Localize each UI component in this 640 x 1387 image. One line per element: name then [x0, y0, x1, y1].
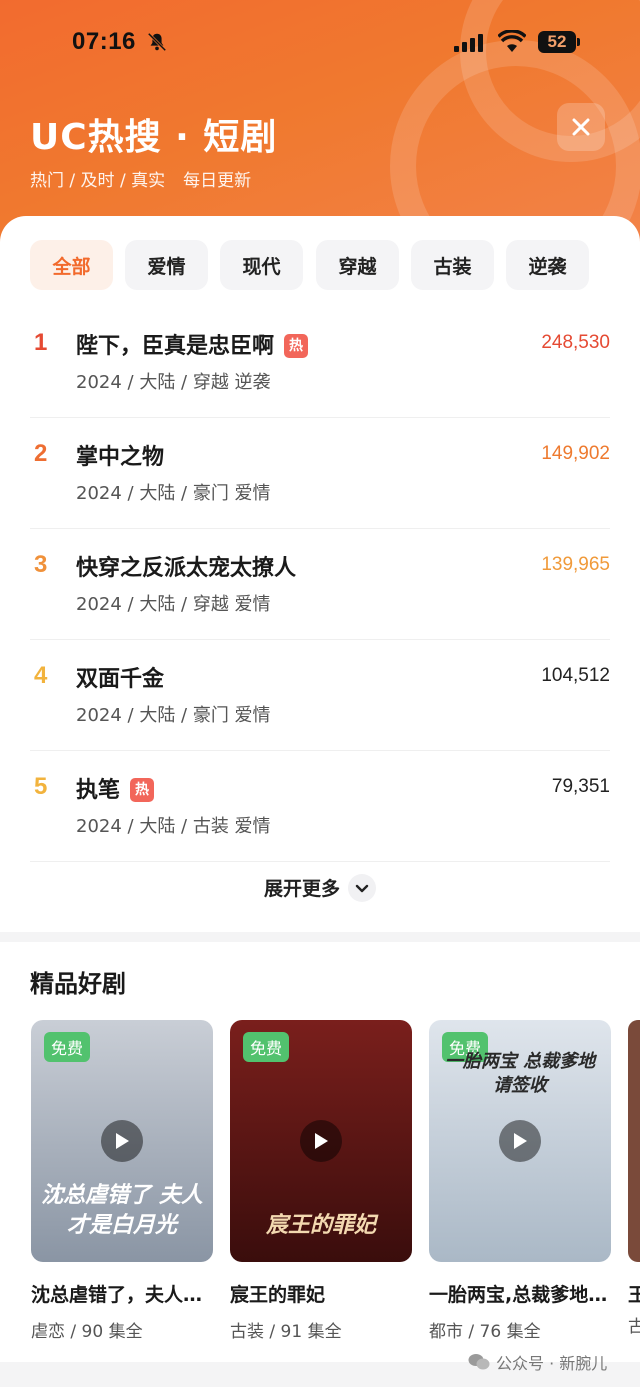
slogan-text: 热门 / 及时 / 真实	[30, 171, 166, 191]
battery-icon: 52	[538, 31, 576, 53]
play-icon[interactable]	[300, 1120, 342, 1162]
drama-title-text: 掌中之物	[76, 445, 165, 470]
heat-score: 248,530	[541, 332, 610, 353]
cellular-signal-icon	[454, 34, 488, 52]
poster-art-text: 一胎两宝 总裁爹地请签收	[444, 1051, 596, 1096]
ranking-row[interactable]: 1 陛下，臣真是忠臣啊热 2024 / 大陆 / 穿越 逆袭 248,530	[30, 306, 610, 418]
drama-card[interactable]: 免费 沈总虐错了 夫人才是白月光 沈总虐错了，夫人才是白月光 虐恋 / 90 集…	[31, 1020, 213, 1342]
rank-number: 3	[34, 551, 48, 578]
section-title: 精品好剧	[30, 970, 126, 998]
drama-title-text: 双面千金	[76, 667, 165, 692]
heat-score: 149,902	[541, 443, 610, 464]
wifi-icon	[498, 30, 526, 52]
status-bar: 07:16 52	[0, 28, 640, 60]
drama-card[interactable]: 免费 一胎两宝 总裁爹地请签收 一胎两宝,总裁爹地请签收 都市 / 76 集全	[429, 1020, 611, 1342]
poster-art-text: 宸王的罪妃	[265, 1212, 376, 1238]
card-meta: 都市 / 76 集全	[429, 1322, 541, 1342]
drama-title-text: 执笔	[76, 778, 121, 803]
page-title: UC热搜 · 短剧	[30, 117, 278, 158]
drama-poster-partial[interactable]	[628, 1020, 640, 1262]
card-title: 宸王的罪妃	[230, 1284, 326, 1306]
battery-tip	[577, 38, 580, 46]
ranking-row[interactable]: 3 快穿之反派太宠太撩人 2024 / 大陆 / 穿越 爱情 139,965	[30, 528, 610, 640]
rank-number: 1	[34, 329, 48, 356]
drama-meta: 2024 / 大陆 / 豪门 爱情	[76, 705, 271, 726]
bell-off-icon	[147, 32, 167, 52]
slogan: 热门 / 及时 / 真实 每日更新	[30, 166, 251, 191]
drama-poster[interactable]: 免费 宸王的罪妃	[230, 1020, 412, 1262]
drama-title: 执笔热	[76, 772, 155, 804]
drama-meta: 2024 / 大陆 / 穿越 逆袭	[76, 372, 271, 393]
hot-badge: 热	[130, 778, 155, 802]
drama-poster[interactable]: 免费 沈总虐错了 夫人才是白月光	[31, 1020, 213, 1262]
drama-title: 掌中之物	[76, 439, 164, 471]
card-meta-partial: 古	[628, 1317, 640, 1337]
free-badge: 免费	[44, 1032, 91, 1062]
drama-meta: 2024 / 大陆 / 穿越 爱情	[76, 594, 271, 615]
chevron-down-icon	[348, 873, 376, 902]
wechat-icon	[468, 1354, 490, 1370]
rank-number: 2	[34, 440, 48, 467]
drama-meta: 2024 / 大陆 / 古装 爱情	[76, 816, 271, 837]
drama-poster[interactable]: 免费 一胎两宝 总裁爹地请签收	[429, 1020, 611, 1262]
expand-more-button[interactable]: 展开更多	[0, 873, 640, 904]
card-meta: 虐恋 / 90 集全	[31, 1322, 143, 1342]
ranking-card: 全部 爱情 现代 穿越 古装 逆袭 1 陛下，臣真是忠臣啊热 2024 / 大陆…	[0, 216, 640, 932]
rank-number: 5	[34, 773, 48, 800]
tab-costume[interactable]: 古装	[411, 240, 494, 290]
card-title: 一胎两宝,总裁爹地请签收	[429, 1284, 611, 1306]
drama-title: 陛下，臣真是忠臣啊热	[76, 328, 309, 360]
free-badge: 免费	[243, 1032, 290, 1062]
close-icon	[572, 118, 590, 136]
poster-art-text: 沈总虐错了 夫人才是白月光	[41, 1182, 203, 1238]
heat-score: 104,512	[541, 665, 610, 686]
tab-all[interactable]: 全部	[30, 240, 113, 290]
category-tabs: 全部 爱情 现代 穿越 古装 逆袭	[30, 240, 610, 292]
drama-title: 快穿之反派太宠太撩人	[76, 550, 296, 582]
drama-card[interactable]: 免费 宸王的罪妃 宸王的罪妃 古装 / 91 集全	[230, 1020, 412, 1342]
ranking-row[interactable]: 5 执笔热 2024 / 大陆 / 古装 爱情 79,351	[30, 750, 610, 862]
status-time: 07:16	[72, 28, 136, 55]
drama-meta: 2024 / 大陆 / 豪门 爱情	[76, 483, 271, 504]
watermark: 公众号 · 新腕儿	[468, 1350, 607, 1374]
slogan-daily: 每日更新	[183, 171, 252, 191]
hot-badge: 热	[284, 334, 309, 358]
watermark-text: 公众号 · 新腕儿	[496, 1354, 608, 1373]
ranking-row[interactable]: 4 双面千金 2024 / 大陆 / 豪门 爱情 104,512	[30, 639, 610, 751]
card-meta: 古装 / 91 集全	[230, 1322, 342, 1342]
tab-modern[interactable]: 现代	[220, 240, 303, 290]
drama-title-text: 快穿之反派太宠太撩人	[76, 556, 297, 581]
play-icon[interactable]	[499, 1120, 541, 1162]
tab-comeback[interactable]: 逆袭	[506, 240, 589, 290]
drama-title: 双面千金	[76, 661, 164, 693]
rank-number: 4	[34, 662, 48, 689]
featured-dramas-section: 精品好剧 免费 沈总虐错了 夫人才是白月光 沈总虐错了，夫人才是白月光 虐恋 /…	[0, 942, 640, 1362]
card-title: 沈总虐错了，夫人才是白月光	[31, 1284, 213, 1306]
play-icon[interactable]	[101, 1120, 143, 1162]
heat-score: 79,351	[551, 776, 610, 797]
tab-time-travel[interactable]: 穿越	[316, 240, 399, 290]
close-button[interactable]	[557, 103, 605, 151]
card-title-partial: 王	[628, 1284, 640, 1306]
expand-more-label: 展开更多	[263, 878, 340, 900]
tab-romance[interactable]: 爱情	[125, 240, 208, 290]
heat-score: 139,965	[541, 554, 610, 575]
ranking-row[interactable]: 2 掌中之物 2024 / 大陆 / 豪门 爱情 149,902	[30, 417, 610, 529]
drama-title-text: 陛下，臣真是忠臣啊	[76, 334, 275, 359]
